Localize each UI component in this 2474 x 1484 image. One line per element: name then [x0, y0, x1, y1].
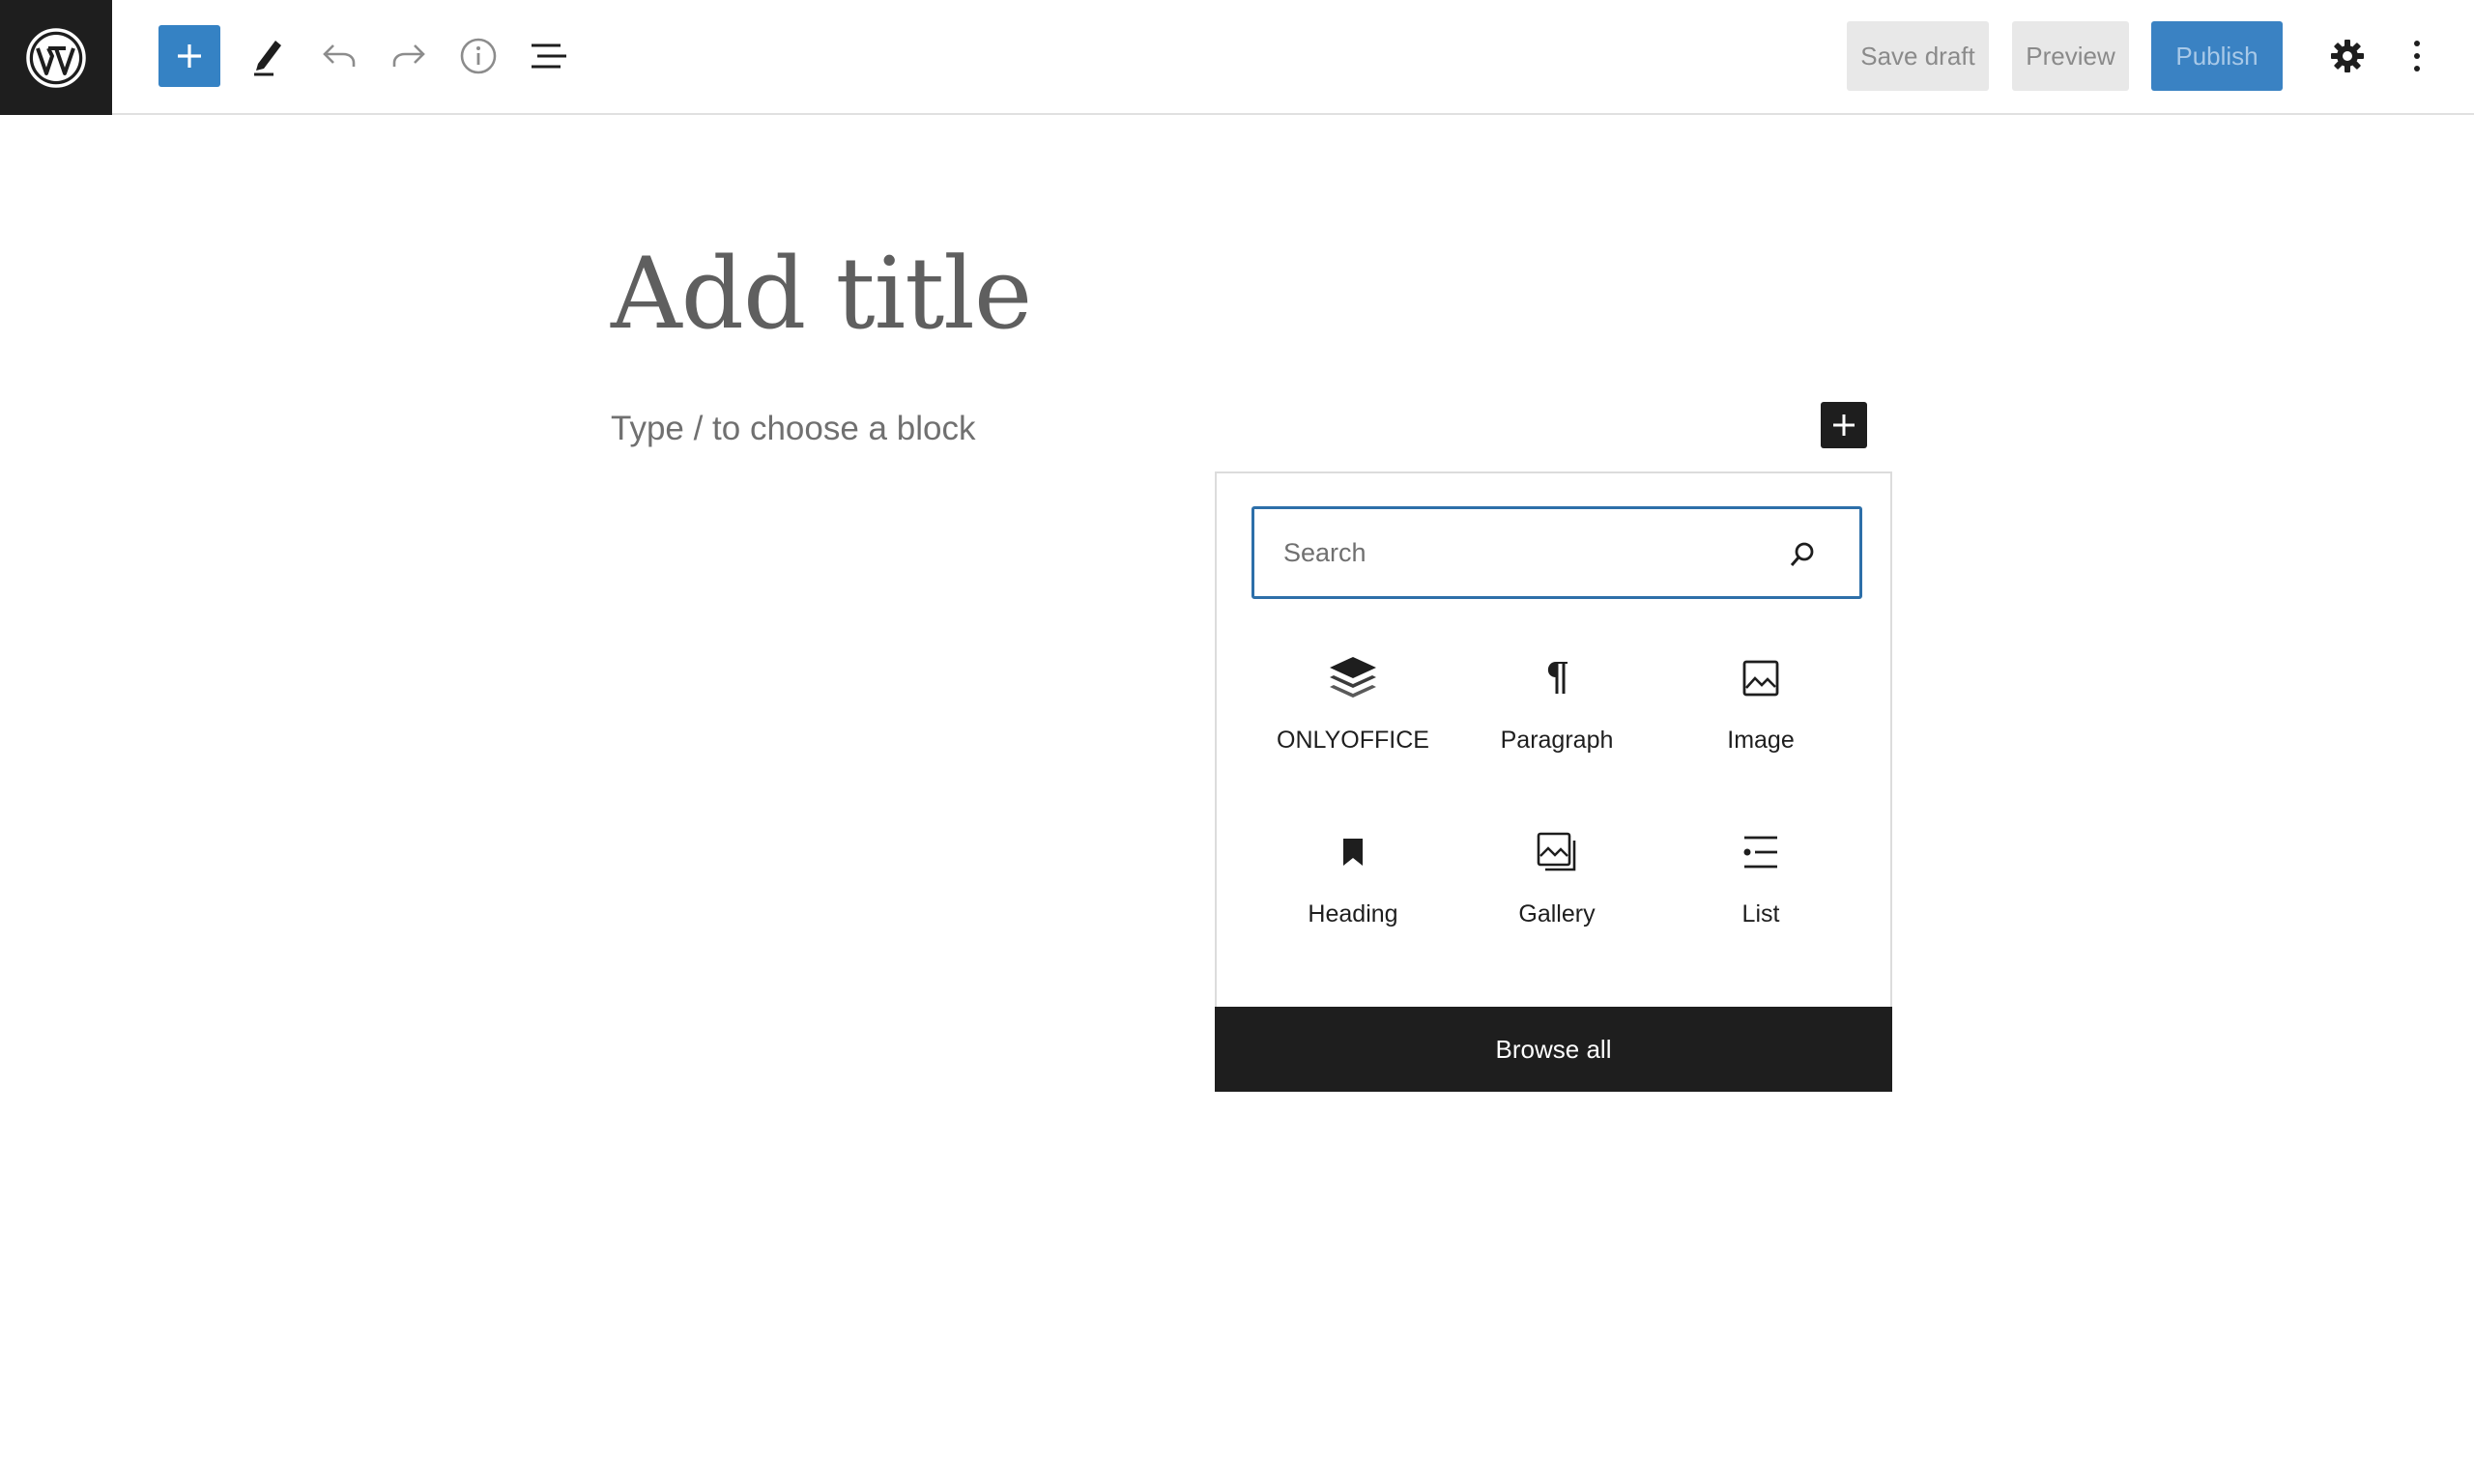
pilcrow-icon: [1547, 661, 1568, 694]
inline-add-block-button[interactable]: [1821, 402, 1867, 448]
add-block-button[interactable]: [158, 25, 220, 87]
image-icon: [1742, 660, 1779, 697]
block-item-label: Paragraph: [1500, 727, 1614, 754]
block-item-label: Heading: [1308, 900, 1398, 928]
plus-icon: [1833, 414, 1855, 436]
pencil-icon: [254, 41, 281, 76]
info-icon: [460, 38, 497, 74]
layers-icon: [1330, 657, 1376, 698]
block-item-gallery[interactable]: Gallery: [1455, 812, 1658, 966]
undo-button[interactable]: [308, 25, 370, 87]
block-item-label: Image: [1727, 727, 1795, 754]
browse-all-button[interactable]: Browse all: [1215, 1007, 1892, 1092]
block-item-onlyoffice[interactable]: ONLYOFFICE: [1251, 638, 1454, 792]
block-item-label: Gallery: [1518, 900, 1596, 928]
options-button[interactable]: [2386, 25, 2448, 87]
gear-icon: [2331, 40, 2364, 72]
details-button[interactable]: [447, 25, 509, 87]
plus-icon: [178, 44, 201, 68]
block-item-list[interactable]: List: [1659, 812, 1862, 966]
redo-icon: [392, 44, 425, 67]
wordpress-logo-icon[interactable]: [0, 0, 112, 115]
settings-button[interactable]: [2316, 25, 2378, 87]
list-view-icon: [532, 43, 566, 69]
list-view-button[interactable]: [518, 25, 580, 87]
block-search-input[interactable]: Search: [1251, 506, 1862, 599]
list-icon: [1743, 836, 1777, 869]
preview-button[interactable]: Preview: [2012, 21, 2129, 91]
block-inserter-popover: Search ONLYOFFICE Paragraph Image Headin…: [1215, 471, 1892, 1092]
block-item-label: ONLYOFFICE: [1277, 727, 1429, 754]
tools-button[interactable]: [238, 25, 300, 87]
more-vertical-icon: [2414, 41, 2420, 71]
gallery-icon: [1537, 832, 1576, 871]
block-item-label: List: [1741, 900, 1780, 928]
editor-top-toolbar: Save draft Preview Publish: [0, 0, 2474, 115]
redo-button[interactable]: [378, 25, 440, 87]
post-title-input[interactable]: Add title: [611, 237, 1032, 352]
block-item-paragraph[interactable]: Paragraph: [1455, 638, 1658, 792]
block-placeholder[interactable]: Type / to choose a block: [611, 410, 975, 448]
undo-icon: [323, 44, 356, 67]
bookmark-icon: [1343, 839, 1363, 866]
block-item-image[interactable]: Image: [1659, 638, 1862, 792]
save-draft-button[interactable]: Save draft: [1847, 21, 1989, 91]
search-icon: [1790, 542, 1814, 566]
publish-button[interactable]: Publish: [2151, 21, 2283, 91]
search-placeholder: Search: [1283, 537, 1366, 567]
block-item-heading[interactable]: Heading: [1251, 812, 1454, 966]
